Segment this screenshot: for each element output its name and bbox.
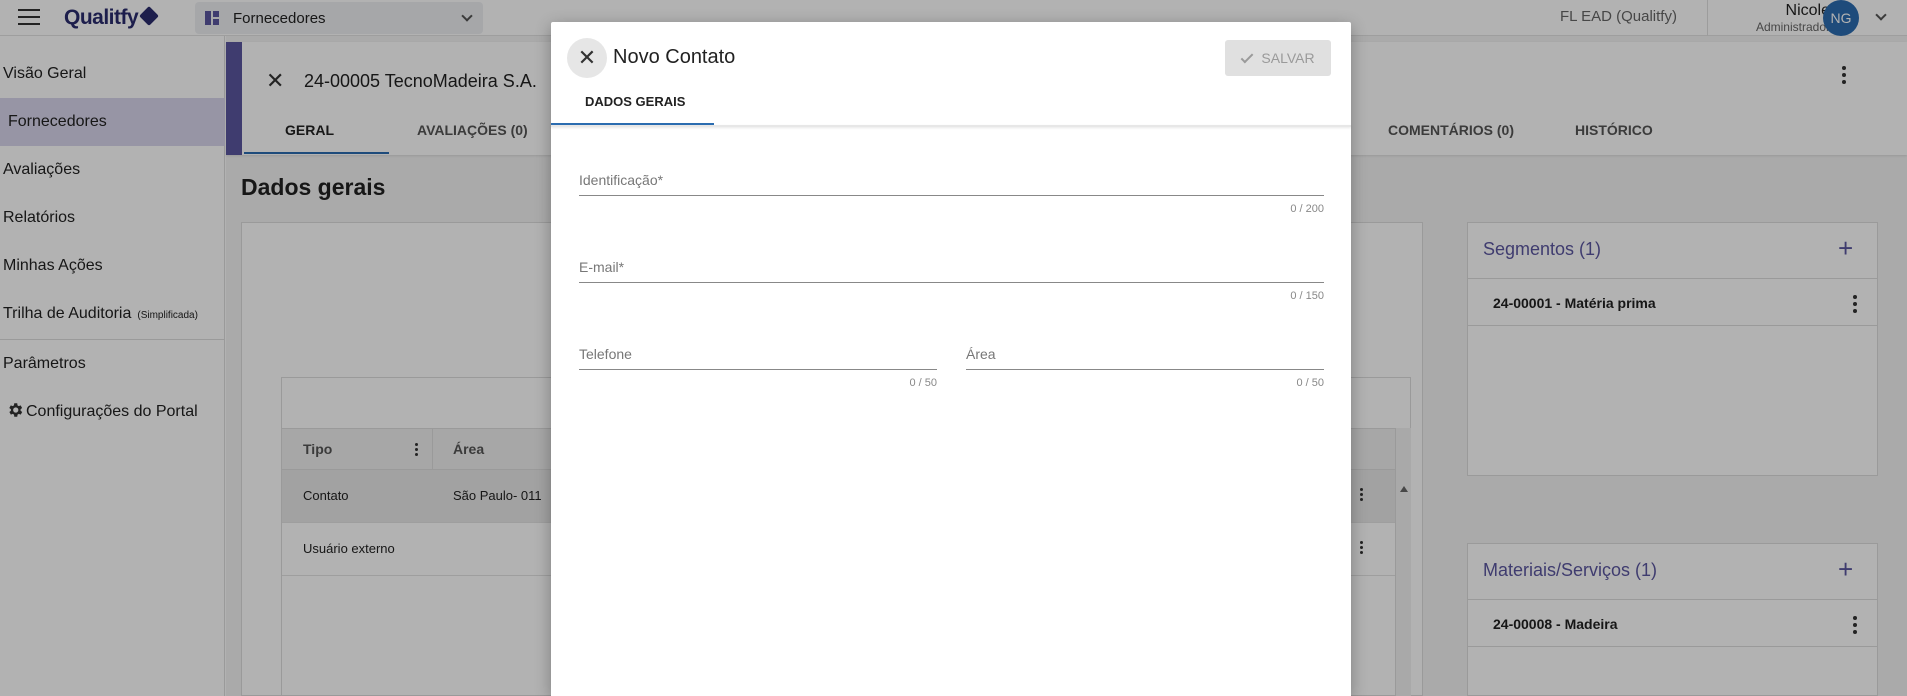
email-field[interactable]: E-mail* 0 / 150 xyxy=(579,259,1324,302)
char-counter: 0 / 150 xyxy=(1290,290,1324,302)
tab-dados-gerais[interactable]: DADOS GERAIS xyxy=(585,94,685,109)
telefone-field[interactable]: Telefone 0 / 50 xyxy=(579,346,937,389)
area-field[interactable]: Área 0 / 50 xyxy=(966,346,1324,389)
close-icon: ✕ xyxy=(577,45,597,70)
dialog-title: Novo Contato xyxy=(613,46,736,68)
active-tab-indicator xyxy=(551,123,714,125)
new-contact-dialog: ✕ Novo Contato SALVAR DADOS GERAIS Ident… xyxy=(551,22,1351,696)
char-counter: 0 / 50 xyxy=(1296,377,1324,389)
close-button[interactable]: ✕ xyxy=(567,38,607,78)
divider xyxy=(551,125,1351,127)
char-counter: 0 / 50 xyxy=(909,377,937,389)
char-counter: 0 / 200 xyxy=(1290,203,1324,215)
identificacao-field[interactable]: Identificação* 0 / 200 xyxy=(579,172,1324,215)
check-icon xyxy=(1241,50,1254,64)
save-button[interactable]: SALVAR xyxy=(1225,40,1331,76)
